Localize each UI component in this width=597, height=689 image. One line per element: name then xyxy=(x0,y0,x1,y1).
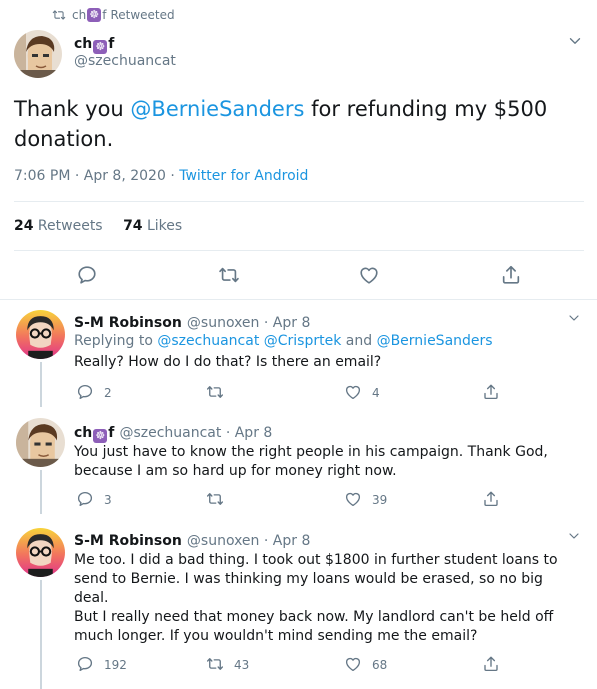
retweeter-name-post[interactable]: f xyxy=(102,8,106,22)
reply-text: Me too. I did a bad thing. I took out $1… xyxy=(74,552,558,606)
reply-icon[interactable] xyxy=(76,655,94,673)
replying-to-prefix: Replying to xyxy=(74,333,158,349)
thread-line xyxy=(40,362,42,407)
retweeted-label: Retweeted xyxy=(110,8,175,22)
retweeter-name-pre[interactable]: ch xyxy=(72,8,86,22)
reply-author-name-pre[interactable]: ch xyxy=(74,425,92,441)
tweet-text: Thank you @BernieSanders for refunding m… xyxy=(14,94,574,154)
dharma-wheel-emoji-icon: ☸ xyxy=(93,40,108,54)
retweet-icon[interactable] xyxy=(206,383,224,401)
tweet-metadata: 7:06 PM · Apr 8, 2020 · Twitter for Andr… xyxy=(14,168,308,184)
reply-icon[interactable] xyxy=(76,264,98,286)
like-count: 4 xyxy=(372,386,380,400)
likes-stat[interactable]: 74 Likes xyxy=(123,218,182,234)
chevron-down-icon[interactable] xyxy=(566,310,582,326)
likes-label: Likes xyxy=(142,218,183,234)
share-icon[interactable] xyxy=(482,490,500,508)
reply-text-paragraph-2: But I really need that money back now. M… xyxy=(74,609,554,644)
author-handle[interactable]: @szechuancat xyxy=(74,53,176,69)
replying-to-last[interactable]: @BernieSanders xyxy=(377,333,493,349)
author-name[interactable]: ch ☸ f xyxy=(74,33,114,54)
avatar[interactable] xyxy=(16,310,65,359)
dharma-wheel-emoji-icon: ☸ xyxy=(93,429,108,443)
dharma-wheel-emoji-icon: ☸ xyxy=(87,8,102,22)
thread-line xyxy=(40,580,42,689)
reply-header: S-M Robinson @sunoxen · Apr 8 xyxy=(74,530,310,549)
reply-header: S-M Robinson @sunoxen · Apr 8 xyxy=(74,312,310,331)
author-name-post: f xyxy=(108,36,115,52)
avatar[interactable] xyxy=(16,528,65,577)
reply-author-name-post[interactable]: f xyxy=(108,425,114,441)
share-icon[interactable] xyxy=(500,264,522,286)
thread-line xyxy=(40,470,42,514)
divider xyxy=(14,250,584,251)
chevron-down-icon[interactable] xyxy=(566,528,582,544)
avatar[interactable] xyxy=(16,418,65,467)
reply-count: 3 xyxy=(104,493,112,507)
like-count: 39 xyxy=(372,493,388,507)
tweet-source-link[interactable]: Twitter for Android xyxy=(179,168,308,184)
tweet-stats: 24 Retweets 74 Likes xyxy=(14,218,182,234)
retweet-count: 43 xyxy=(234,658,250,672)
retweets-label: Retweets xyxy=(33,218,103,234)
author-avatar[interactable] xyxy=(14,30,62,78)
retweet-icon[interactable] xyxy=(206,490,224,508)
tweet-timestamp[interactable]: 7:06 PM · Apr 8, 2020 · xyxy=(14,168,179,184)
reply-date[interactable]: · Apr 8 xyxy=(259,533,311,549)
reply-author-handle[interactable]: @szechuancat xyxy=(119,425,221,441)
reply-icon[interactable] xyxy=(76,490,94,508)
retweets-stat[interactable]: 24 Retweets xyxy=(14,218,103,234)
replying-to: Replying to @szechuancat @Crisprtek and … xyxy=(74,332,493,351)
reply-text: Really? How do I do that? Is there an em… xyxy=(74,354,382,370)
chevron-down-icon[interactable] xyxy=(566,32,584,50)
like-icon[interactable] xyxy=(344,383,362,401)
replying-to-and: and xyxy=(341,333,377,349)
divider xyxy=(14,201,584,202)
divider xyxy=(0,299,597,300)
like-count: 68 xyxy=(372,658,388,672)
reply-text: You just have to know the right people i… xyxy=(74,444,548,479)
reply-date[interactable]: · Apr 8 xyxy=(221,425,273,441)
retweets-count: 24 xyxy=(14,218,34,234)
likes-count: 74 xyxy=(123,218,143,234)
reply-author-name[interactable]: S-M Robinson xyxy=(74,315,182,331)
reply-icon[interactable] xyxy=(76,383,94,401)
like-icon[interactable] xyxy=(344,655,362,673)
replying-to-users[interactable]: @szechuancat @Crisprtek xyxy=(157,333,341,349)
retweet-header: ch ☸ f Retweeted xyxy=(52,8,175,22)
share-icon[interactable] xyxy=(482,655,500,673)
retweet-icon[interactable] xyxy=(206,655,224,673)
reply-header: ch ☸ f @szechuancat · Apr 8 xyxy=(74,422,272,443)
reply-date[interactable]: · Apr 8 xyxy=(259,315,311,331)
author-name-pre: ch xyxy=(74,36,93,52)
like-icon[interactable] xyxy=(344,490,362,508)
share-icon[interactable] xyxy=(482,383,500,401)
like-icon[interactable] xyxy=(358,264,380,286)
reply-count: 192 xyxy=(104,658,127,672)
reply-author-handle[interactable]: @sunoxen xyxy=(187,533,260,549)
reply-count: 2 xyxy=(104,386,112,400)
tweet-text-pre: Thank you xyxy=(14,97,131,121)
mention-link[interactable]: @BernieSanders xyxy=(130,97,304,121)
retweet-icon xyxy=(52,8,66,22)
reply-author-handle[interactable]: @sunoxen xyxy=(187,315,260,331)
retweet-icon[interactable] xyxy=(218,264,240,286)
reply-author-name[interactable]: S-M Robinson xyxy=(74,533,182,549)
